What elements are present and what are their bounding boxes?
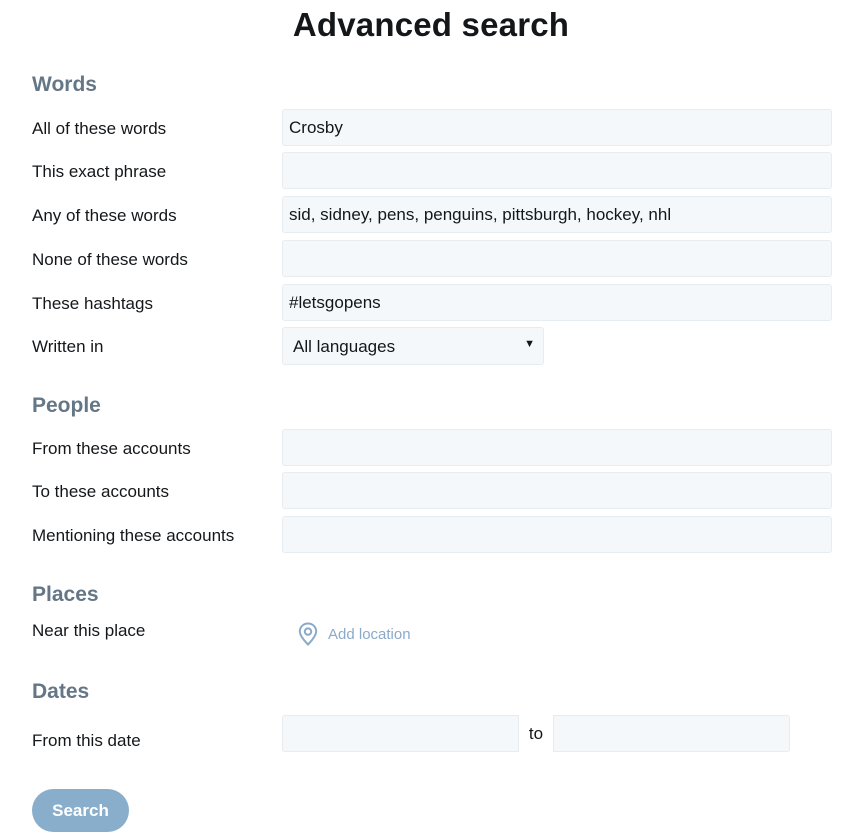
date-range: to — [282, 715, 790, 752]
near-place-label: Near this place — [32, 621, 146, 640]
from-accounts-input[interactable] — [282, 429, 832, 466]
search-button[interactable]: Search — [32, 789, 129, 832]
all-words-label: All of these words — [32, 119, 167, 138]
from-date-input[interactable] — [282, 715, 519, 752]
hashtags-input[interactable] — [282, 284, 832, 321]
places-heading: Places — [32, 583, 99, 606]
hashtags-label: These hashtags — [32, 294, 153, 313]
from-accounts-label: From these accounts — [32, 439, 191, 458]
all-words-input[interactable] — [282, 109, 832, 146]
mentioning-accounts-label: Mentioning these accounts — [32, 526, 235, 545]
mentioning-accounts-input[interactable] — [282, 516, 832, 553]
caret-down-icon: ▼ — [524, 338, 535, 350]
to-date-input[interactable] — [553, 715, 790, 752]
date-separator: to — [519, 715, 553, 752]
to-accounts-label: To these accounts — [32, 482, 170, 501]
dates-heading: Dates — [32, 680, 90, 703]
any-words-label: Any of these words — [32, 206, 177, 225]
language-select[interactable]: All languages ▼ — [282, 327, 544, 365]
any-words-input[interactable] — [282, 196, 832, 233]
none-words-input[interactable] — [282, 240, 832, 277]
page-title: Advanced search — [292, 6, 570, 43]
language-label: Written in — [32, 337, 104, 356]
language-select-value: All languages — [293, 337, 396, 356]
to-accounts-input[interactable] — [282, 472, 832, 509]
location-pin-icon — [298, 622, 318, 646]
words-heading: Words — [32, 73, 97, 96]
add-location-link[interactable]: Add location — [298, 621, 411, 647]
none-words-label: None of these words — [32, 250, 188, 269]
add-location-label: Add location — [328, 625, 411, 643]
exact-phrase-label: This exact phrase — [32, 162, 167, 181]
people-heading: People — [32, 394, 101, 417]
exact-phrase-input[interactable] — [282, 152, 832, 189]
from-date-label: From this date — [32, 731, 141, 750]
